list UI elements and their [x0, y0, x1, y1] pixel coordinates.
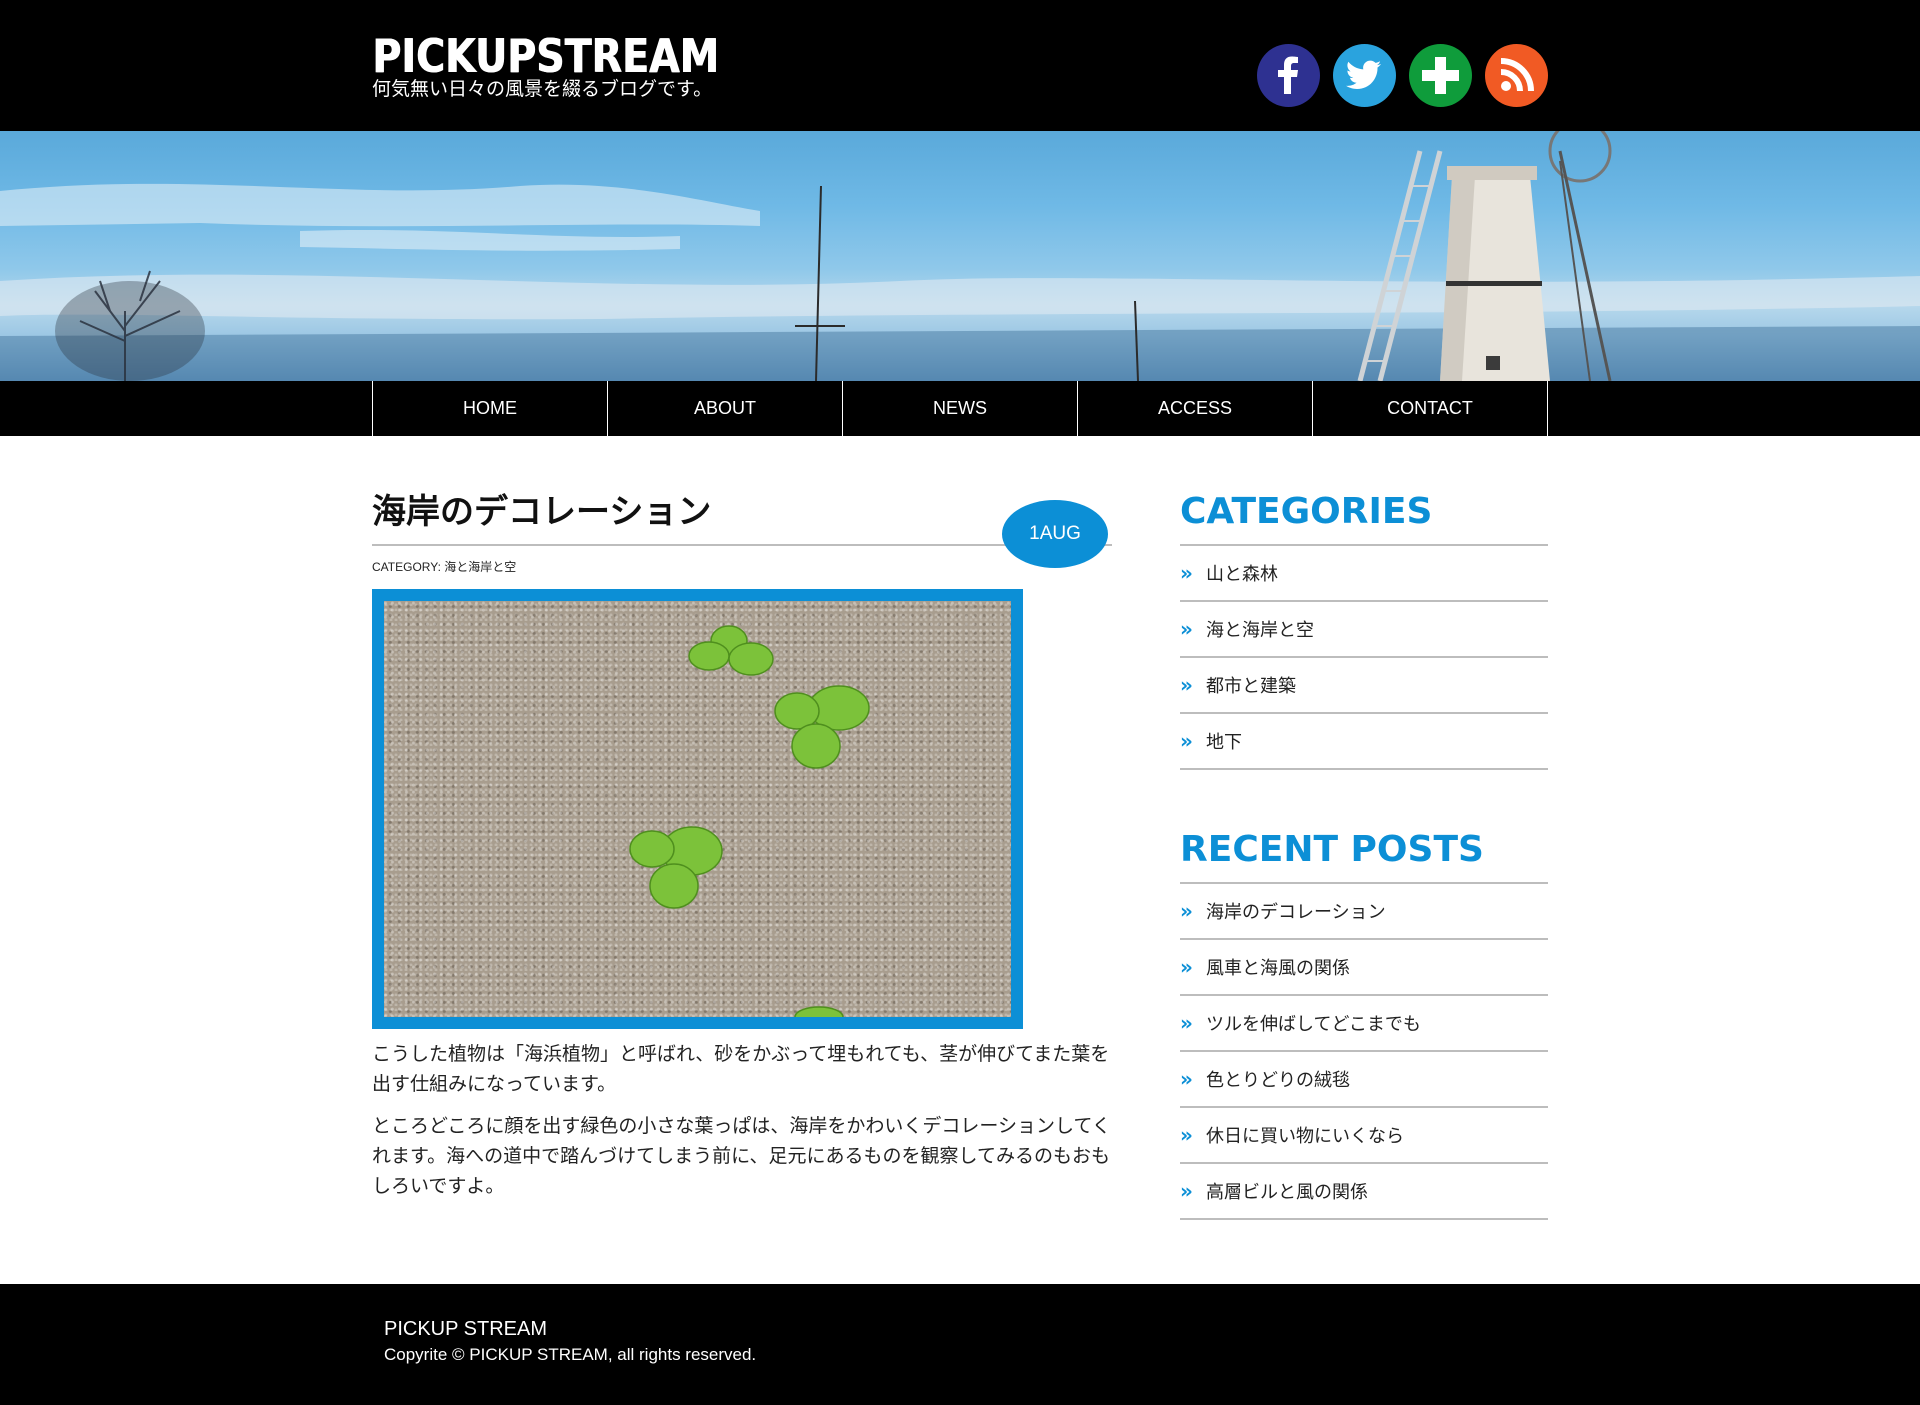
- chevron-double-right-icon: »: [1180, 955, 1193, 979]
- categories-list: » 山と森林 » 海と海岸と空 » 都市と建築 » 地下: [1180, 544, 1548, 770]
- site-logo: PICKUPSTREAM: [372, 29, 719, 83]
- article-photo: [384, 601, 1011, 1017]
- article-title[interactable]: 海岸のデコレーション: [372, 490, 1112, 534]
- nav-home[interactable]: HOME: [373, 381, 608, 436]
- seedling-illustration: [629, 625, 870, 1017]
- category-item[interactable]: » 都市と建築: [1180, 658, 1548, 714]
- site-header: PICKUPSTREAM 何気無い日々の風景を綴るブログです。: [0, 0, 1920, 131]
- date-badge: 1AUG: [1002, 500, 1108, 568]
- chevron-double-right-icon: »: [1180, 617, 1193, 641]
- category-item[interactable]: » 地下: [1180, 714, 1548, 770]
- recent-post-label: 休日に買い物にいくなら: [1206, 1126, 1404, 1147]
- nav-about[interactable]: ABOUT: [608, 381, 843, 436]
- category-item-label: 都市と建築: [1206, 676, 1296, 697]
- article-body: こうした植物は「海浜植物」と呼ばれ、砂をかぶって埋もれても、茎が伸びてまた葉を出…: [372, 1039, 1112, 1201]
- windmill-scene: [0, 131, 1920, 381]
- category-item-label: 山と森林: [1206, 564, 1278, 585]
- header-inner: PICKUPSTREAM 何気無い日々の風景を綴るブログです。: [372, 0, 1548, 131]
- facebook-button[interactable]: [1257, 44, 1320, 107]
- footer-site-name: PICKUP STREAM: [384, 1318, 547, 1340]
- recent-post-label: ツルを伸ばしてどこまでも: [1206, 1014, 1421, 1035]
- chevron-double-right-icon: »: [1180, 1011, 1193, 1035]
- recent-posts-widget: RECENT POSTS » 海岸のデコレーション » 風車と海風の関係 » ツルを伸…: [1180, 828, 1548, 1220]
- recent-post-item[interactable]: » 高層ビルと風の関係: [1180, 1164, 1548, 1220]
- category-label: CATEGORY:: [372, 560, 441, 574]
- article-category: CATEGORY: 海と海岸と空: [372, 558, 1112, 575]
- recent-post-item[interactable]: » 休日に買い物にいくなら: [1180, 1108, 1548, 1164]
- title-divider: [372, 544, 1112, 546]
- recent-post-label: 海岸のデコレーション: [1206, 902, 1386, 923]
- chevron-double-right-icon: »: [1180, 673, 1193, 697]
- site-logo-link[interactable]: PICKUPSTREAM 何気無い日々の風景を綴るブログです。: [372, 30, 775, 100]
- recent-post-item[interactable]: » 海岸のデコレーション: [1180, 884, 1548, 940]
- rss-button[interactable]: [1485, 44, 1548, 107]
- chevron-double-right-icon: »: [1180, 1067, 1193, 1091]
- rss-icon: [1500, 58, 1534, 92]
- plus-icon: [1422, 57, 1459, 94]
- recent-post-item[interactable]: » 色とりどりの絨毯: [1180, 1052, 1548, 1108]
- article-paragraph-1: こうした植物は「海浜植物」と呼ばれ、砂をかぶって埋もれても、茎が伸びてまた葉を出…: [372, 1043, 1110, 1095]
- recent-posts-title: RECENT POSTS: [1180, 829, 1484, 870]
- twitter-button[interactable]: [1333, 44, 1396, 107]
- categories-widget: CATEGORIES » 山と森林 » 海と海岸と空 » 都市と建築 » 地下: [1180, 490, 1548, 770]
- article-paragraph-2: ところどころに顔を出す緑色の小さな葉っぱは、海岸をかわいくデコレーションしてくれ…: [372, 1115, 1111, 1197]
- category-item[interactable]: » 山と森林: [1180, 546, 1548, 602]
- footer-inner: PICKUP STREAM Copyrite © PICKUP STREAM, …: [384, 1316, 756, 1368]
- sidebar: CATEGORIES » 山と森林 » 海と海岸と空 » 都市と建築 » 地下 RECE…: [1180, 490, 1548, 1220]
- chevron-double-right-icon: »: [1180, 1123, 1193, 1147]
- article: 海岸のデコレーション 1AUG CATEGORY: 海と海岸と空 こうした植物は…: [372, 490, 1112, 1213]
- chevron-double-right-icon: »: [1180, 561, 1193, 585]
- twitter-icon: [1346, 60, 1381, 89]
- category-item-label: 海と海岸と空: [1206, 620, 1314, 641]
- chevron-double-right-icon: »: [1180, 729, 1193, 753]
- site-footer: PICKUP STREAM Copyrite © PICKUP STREAM, …: [0, 1284, 1920, 1405]
- recent-post-item[interactable]: » ツルを伸ばしてどこまでも: [1180, 996, 1548, 1052]
- category-item[interactable]: » 海と海岸と空: [1180, 602, 1548, 658]
- article-photo-frame: [372, 589, 1023, 1029]
- recent-post-label: 高層ビルと風の関係: [1206, 1182, 1368, 1203]
- category-link[interactable]: 海と海岸と空: [444, 560, 516, 574]
- facebook-icon: [1278, 56, 1298, 94]
- main-nav: HOME ABOUT NEWS ACCESS CONTACT: [0, 381, 1920, 436]
- nav-news[interactable]: NEWS: [843, 381, 1078, 436]
- recent-post-label: 色とりどりの絨毯: [1206, 1070, 1350, 1091]
- main-nav-inner: HOME ABOUT NEWS ACCESS CONTACT: [372, 381, 1548, 436]
- chevron-double-right-icon: »: [1180, 899, 1193, 923]
- recent-post-item[interactable]: » 風車と海風の関係: [1180, 940, 1548, 996]
- social-links: [1257, 44, 1548, 107]
- categories-title: CATEGORIES: [1180, 491, 1433, 532]
- nav-contact[interactable]: CONTACT: [1313, 381, 1548, 436]
- recent-posts-list: » 海岸のデコレーション » 風車と海風の関係 » ツルを伸ばしてどこまでも » 色とり…: [1180, 882, 1548, 1220]
- plus-button[interactable]: [1409, 44, 1472, 107]
- chevron-double-right-icon: »: [1180, 1179, 1193, 1203]
- recent-post-label: 風車と海風の関係: [1206, 958, 1350, 979]
- nav-access[interactable]: ACCESS: [1078, 381, 1313, 436]
- category-item-label: 地下: [1206, 732, 1242, 753]
- footer-copyright: Copyrite © PICKUP STREAM, all rights res…: [384, 1345, 757, 1364]
- hero-banner-image: [0, 131, 1920, 381]
